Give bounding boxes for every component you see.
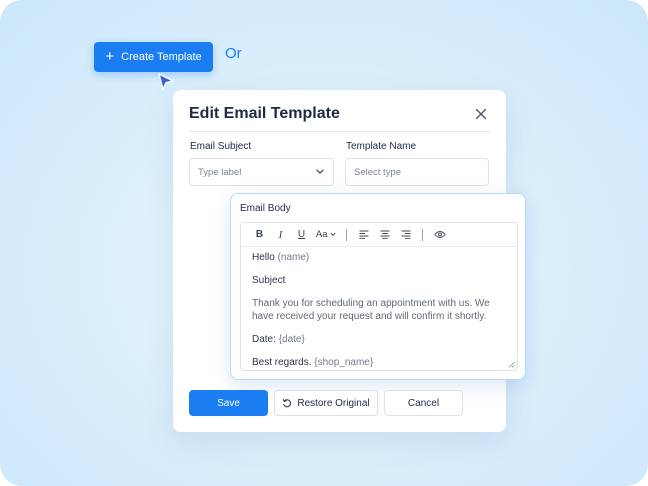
align-center-icon[interactable] bbox=[374, 230, 395, 239]
email-subject-value: Type label bbox=[198, 166, 242, 178]
editor-content[interactable]: Hello (name) Subject Thank you for sched… bbox=[241, 247, 517, 370]
closing-text: Best regards. bbox=[252, 357, 312, 368]
message-paragraph: Thank you for scheduling an appointment … bbox=[252, 298, 490, 322]
underline-button[interactable]: U bbox=[291, 229, 312, 240]
greeting-text: Hello bbox=[252, 252, 275, 263]
date-line: Date: {date} bbox=[252, 333, 506, 346]
or-text: Or bbox=[225, 45, 242, 62]
restore-icon bbox=[283, 398, 292, 408]
close-icon[interactable] bbox=[475, 108, 487, 120]
create-template-button[interactable]: + Create Template bbox=[94, 42, 213, 72]
closing-variable: {shop_name} bbox=[314, 357, 374, 368]
save-button[interactable]: Save bbox=[189, 390, 268, 416]
restore-original-button[interactable]: Restore Original bbox=[274, 390, 378, 416]
font-size-label: Aa bbox=[315, 229, 328, 240]
template-name-label: Template Name bbox=[346, 141, 417, 152]
editor-toolbar: B I U Aa bbox=[241, 223, 517, 247]
template-name-input[interactable]: Select type bbox=[345, 158, 489, 186]
italic-button[interactable]: I bbox=[270, 229, 291, 241]
greeting-variable: (name) bbox=[277, 252, 310, 263]
plus-icon: + bbox=[105, 47, 115, 65]
align-left-icon[interactable] bbox=[353, 230, 374, 239]
create-template-label: Create Template bbox=[121, 51, 202, 63]
email-subject-label: Email Subject bbox=[190, 141, 252, 152]
restore-original-label: Restore Original bbox=[297, 397, 370, 409]
date-variable: {date} bbox=[278, 334, 305, 345]
date-label: Date: bbox=[252, 334, 276, 345]
email-body-editor[interactable]: B I U Aa Hello (name) Subject Thank you … bbox=[240, 222, 518, 371]
cancel-button[interactable]: Cancel bbox=[384, 390, 463, 416]
modal-divider bbox=[189, 131, 490, 132]
eye-icon[interactable] bbox=[429, 230, 450, 239]
resize-handle-icon[interactable] bbox=[508, 361, 515, 368]
bold-button[interactable]: B bbox=[249, 229, 270, 240]
email-body-card: Email Body B I U Aa Hello (name) Subject… bbox=[230, 193, 526, 380]
closing-line: Best regards. {shop_name} bbox=[252, 356, 506, 369]
email-body-label: Email Body bbox=[240, 203, 291, 214]
chevron-down-icon bbox=[316, 169, 324, 174]
greeting-line: Hello (name) bbox=[252, 251, 506, 264]
align-right-icon[interactable] bbox=[395, 230, 416, 239]
chevron-down-icon bbox=[330, 232, 336, 237]
subject-line: Subject bbox=[252, 275, 286, 286]
mouse-cursor-icon bbox=[158, 73, 174, 90]
toolbar-divider bbox=[346, 228, 347, 241]
modal-title: Edit Email Template bbox=[189, 105, 340, 122]
template-name-placeholder: Select type bbox=[354, 166, 401, 178]
email-subject-select[interactable]: Type label bbox=[189, 158, 334, 186]
toolbar-divider bbox=[422, 228, 423, 241]
font-size-button[interactable]: Aa bbox=[312, 229, 340, 240]
